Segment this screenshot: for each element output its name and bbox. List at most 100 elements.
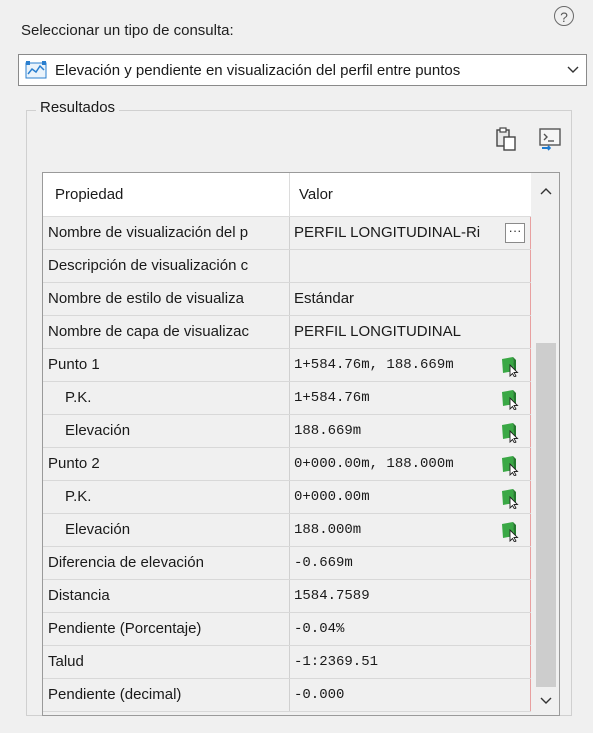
results-grid: Propiedad Valor Nombre de visualización … (42, 172, 560, 716)
property-row[interactable]: P.K. 0+000.00m (43, 481, 531, 514)
grid-guide-line (530, 415, 531, 447)
pick-point-icon[interactable] (499, 520, 521, 542)
cell-divider (289, 448, 290, 480)
help-icon[interactable]: ? (554, 6, 574, 26)
query-type-label: Seleccionar un tipo de consulta: (21, 22, 234, 39)
property-value[interactable]: -1:2369.51 (291, 646, 527, 678)
cell-divider (289, 580, 290, 612)
property-row[interactable]: Pendiente (Porcentaje) -0.04% (43, 613, 531, 646)
chevron-down-icon[interactable] (560, 66, 586, 74)
grid-guide-line (530, 514, 531, 546)
grid-guide-line (530, 448, 531, 480)
property-name: Pendiente (decimal) (48, 686, 182, 703)
cell-divider (289, 217, 290, 249)
property-row[interactable]: Elevación 188.669m (43, 415, 531, 448)
grid-header: Propiedad Valor (43, 173, 531, 217)
column-divider[interactable] (289, 173, 290, 217)
grid-guide-line (530, 580, 531, 612)
profile-query-icon (25, 61, 47, 79)
property-name: Distancia (48, 587, 110, 604)
property-name: Punto 1 (48, 356, 100, 373)
cell-divider (289, 613, 290, 645)
grid-guide-line (530, 646, 531, 678)
scroll-up-icon[interactable] (533, 179, 559, 203)
property-name: Punto 2 (48, 455, 100, 472)
property-row[interactable]: Talud -1:2369.51 (43, 646, 531, 679)
property-row[interactable]: Diferencia de elevación -0.669m (43, 547, 531, 580)
property-row[interactable]: Elevación 188.000m (43, 514, 531, 547)
cell-divider (289, 481, 290, 513)
grid-guide-line (530, 217, 531, 249)
property-value[interactable]: -0.000 (291, 679, 527, 711)
grid-guide-line (530, 250, 531, 282)
pick-point-icon[interactable] (499, 454, 521, 476)
cell-divider (289, 415, 290, 447)
grid-guide-line (530, 547, 531, 579)
grid-guide-line (530, 613, 531, 645)
property-row[interactable]: Punto 2 0+000.00m, 188.000m (43, 448, 531, 481)
property-name: Elevación (65, 422, 131, 439)
property-name: Elevación (65, 521, 131, 538)
query-type-dropdown[interactable]: Elevación y pendiente en visualización d… (18, 54, 587, 86)
property-name: P.K. (65, 389, 92, 406)
property-name: P.K. (65, 488, 92, 505)
cell-divider (289, 514, 290, 546)
results-title: Resultados (36, 99, 120, 116)
property-row[interactable]: Pendiente (decimal) -0.000 (43, 679, 531, 712)
pick-point-icon[interactable] (499, 388, 521, 410)
property-value[interactable]: 188.669m (291, 415, 527, 447)
command-line-icon[interactable] (538, 126, 562, 152)
vertical-scrollbar[interactable] (533, 173, 559, 715)
property-value[interactable]: -0.04% (291, 613, 527, 645)
grid-guide-line (530, 382, 531, 414)
property-value[interactable]: PERFIL LONGITUDINAL (291, 316, 527, 348)
property-row[interactable]: P.K. 1+584.76m (43, 382, 531, 415)
property-name: Nombre de visualización del p (48, 224, 249, 241)
property-value[interactable]: Estándar (291, 283, 527, 315)
property-value[interactable]: 188.000m (291, 514, 527, 546)
ellipsis-button[interactable]: ··· (505, 223, 525, 243)
property-name: Nombre de estilo de visualiza (48, 290, 244, 307)
property-row[interactable]: Nombre de estilo de visualiza Estándar (43, 283, 531, 316)
property-row[interactable]: Punto 1 1+584.76m, 188.669m (43, 349, 531, 382)
grid-guide-line (530, 481, 531, 513)
property-value[interactable]: 1+584.76m, 188.669m (291, 349, 527, 381)
grid-guide-line (530, 316, 531, 348)
grid-guide-line (530, 679, 531, 711)
cell-divider (289, 349, 290, 381)
property-value[interactable]: PERFIL LONGITUDINAL-Ri (291, 217, 527, 249)
scrollbar-thumb[interactable] (536, 343, 556, 687)
property-name: Talud (48, 653, 84, 670)
column-header-value[interactable]: Valor (299, 173, 333, 217)
grid-guide-line (530, 349, 531, 381)
property-row[interactable]: Nombre de visualización del p PERFIL LONG… (43, 217, 531, 250)
property-name: Descripción de visualización c (48, 257, 249, 274)
pick-point-icon[interactable] (499, 487, 521, 509)
property-name: Nombre de capa de visualizac (48, 323, 249, 340)
cell-divider (289, 547, 290, 579)
property-value[interactable]: 1584.7589 (291, 580, 527, 612)
cell-divider (289, 646, 290, 678)
property-row[interactable]: Descripción de visualización c (43, 250, 531, 283)
cell-divider (289, 679, 290, 711)
property-name: Pendiente (Porcentaje) (48, 620, 202, 637)
property-value[interactable] (291, 250, 527, 282)
pick-point-icon[interactable] (499, 421, 521, 443)
property-value[interactable]: 1+584.76m (291, 382, 527, 414)
property-row[interactable]: Nombre de capa de visualizac PERFIL LONGI… (43, 316, 531, 349)
property-value[interactable]: 0+000.00m (291, 481, 527, 513)
property-value[interactable]: -0.669m (291, 547, 527, 579)
query-type-selected: Elevación y pendiente en visualización d… (55, 61, 461, 79)
scroll-down-icon[interactable] (533, 689, 559, 713)
grid-guide-line (530, 283, 531, 315)
property-rows: Nombre de visualización del p PERFIL LONG… (43, 217, 531, 712)
copy-to-clipboard-icon[interactable] (494, 126, 518, 152)
pick-point-icon[interactable] (499, 355, 521, 377)
property-value[interactable]: 0+000.00m, 188.000m (291, 448, 527, 480)
property-row[interactable]: Distancia 1584.7589 (43, 580, 531, 613)
cell-divider (289, 316, 290, 348)
cell-divider (289, 250, 290, 282)
cell-divider (289, 382, 290, 414)
column-header-property[interactable]: Propiedad (55, 173, 123, 217)
property-name: Diferencia de elevación (48, 554, 204, 571)
